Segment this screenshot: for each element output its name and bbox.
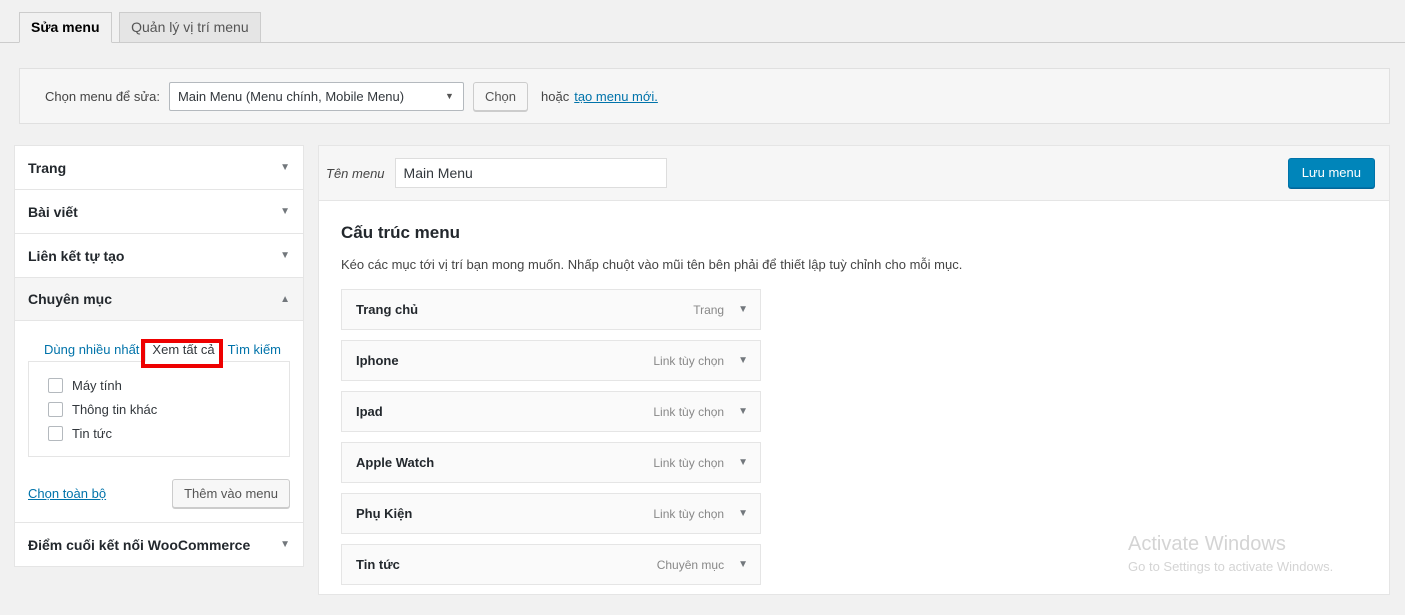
or-text: hoặc [541,88,570,104]
table-row[interactable]: Apple Watch Link tùy chọn ▼ [341,442,761,483]
select-menu-button[interactable]: Chọn [472,81,529,111]
sidebar-item-lien-ket-tu-tao[interactable]: Liên kết tự tạo ▼ [15,234,303,277]
chevron-down-icon[interactable]: ▼ [738,355,748,366]
tab-quan-ly-vi-tri-menu[interactable]: Quản lý vị trí menu [119,12,261,43]
sidebar-item-woocommerce-endpoints[interactable]: Điểm cuối kết nối WooCommerce ▼ [15,523,303,566]
sidebar-panel-chuyen-muc: Chuyên mục ▲ Dùng nhiều nhất Xem tất cả … [14,277,304,522]
list-item[interactable]: Tin tức [39,421,279,445]
category-tab-dung-nhieu-nhat[interactable]: Dùng nhiều nhất [38,340,145,361]
menu-item-title: Apple Watch [356,455,435,470]
sidebar-item-label: Điểm cuối kết nối WooCommerce [28,536,251,553]
create-new-menu-link[interactable]: tạo menu mới. [574,89,658,104]
checkbox-may-tinh[interactable] [48,377,63,393]
menu-item-type: Link tùy chọn [653,404,725,419]
menu-item-title: Ipad [356,404,383,419]
menu-item-title: Iphone [356,353,399,368]
chevron-down-icon[interactable]: ▼ [280,250,290,261]
chevron-down-icon[interactable]: ▼ [280,206,290,217]
table-row[interactable]: Iphone Link tùy chọn ▼ [341,340,761,381]
list-item-label: Máy tính [72,377,122,393]
menu-item-list: Trang chủ Trang ▼ Iphone Link tùy chọn ▼… [341,289,761,585]
save-menu-button[interactable]: Lưu menu [1287,158,1375,188]
menu-item-type: Link tùy chọn [653,353,725,368]
list-item[interactable]: Máy tính [39,373,279,397]
sidebar-item-label: Trang [28,159,67,176]
sidebar-item-label: Liên kết tự tạo [28,247,125,264]
menu-selector-bar: Chọn menu để sửa: Main Menu (Menu chính,… [19,68,1390,124]
menu-item-type: Link tùy chọn [653,506,725,521]
menu-item-type: Link tùy chọn [653,455,725,470]
category-panel-body: Dùng nhiều nhất Xem tất cả Tìm kiếm Máy … [15,321,303,522]
tab-bar: Sửa menu Quản lý vị trí menu [0,0,1405,43]
menu-selector-label: Chọn menu để sửa: [45,88,160,104]
category-tabs: Dùng nhiều nhất Xem tất cả Tìm kiếm [28,337,290,362]
menu-item-title: Tin tức [356,557,400,572]
sidebar-panel-lien-ket-tu-tao: Liên kết tự tạo ▼ [14,233,304,277]
menu-name-bar: Tên menu Lưu menu [319,146,1389,201]
sidebar-item-chuyen-muc[interactable]: Chuyên mục ▲ [15,278,303,321]
menu-item-type: Chuyên mục [656,557,725,572]
menu-select-value: Main Menu (Menu chính, Mobile Menu) [177,88,405,104]
category-tab-label: Dùng nhiều nhất [44,342,140,357]
structure-description: Kéo các mục tới vị trí bạn mong muốn. Nh… [341,257,963,272]
menu-select-dropdown[interactable]: Main Menu (Menu chính, Mobile Menu) ▼ [168,81,464,111]
menu-name-input[interactable] [394,158,667,188]
chevron-down-icon[interactable]: ▼ [280,539,290,550]
category-checkbox-list: Máy tính Thông tin khác Tin tức [28,361,290,457]
tab-label: Sửa menu [31,19,100,35]
sidebar-panel-trang: Trang ▼ [14,145,304,189]
category-tab-label: Tìm kiếm [227,342,282,357]
table-row[interactable]: Tin tức Chuyên mục ▼ [341,544,761,585]
chevron-down-icon[interactable]: ▼ [738,304,748,315]
sidebar-item-trang[interactable]: Trang ▼ [15,146,303,189]
checkbox-thong-tin-khac[interactable] [48,401,63,417]
select-all-link[interactable]: Chọn toàn bộ [28,486,106,501]
chevron-down-icon[interactable]: ▼ [738,406,748,417]
sidebar-panel-bai-viet: Bài viết ▼ [14,189,304,233]
table-row[interactable]: Phụ Kiện Link tùy chọn ▼ [341,493,761,534]
sidebar-item-bai-viet[interactable]: Bài viết ▼ [15,190,303,233]
add-to-menu-button[interactable]: Thêm vào menu [172,479,290,508]
menu-item-title: Phụ Kiện [356,506,413,521]
table-row[interactable]: Trang chủ Trang ▼ [341,289,761,330]
menu-name-label: Tên menu [326,165,385,181]
chevron-down-icon[interactable]: ▼ [738,508,748,519]
chevron-down-icon[interactable]: ▼ [738,559,748,570]
list-item-label: Tin tức [72,425,113,441]
menu-item-title: Trang chủ [356,302,419,317]
menu-structure-body: Cấu trúc menu Kéo các mục tới vị trí bạn… [319,201,1389,585]
page-title: Cấu trúc menu [341,223,461,242]
category-tab-xem-tat-ca[interactable]: Xem tất cả [145,339,222,362]
category-tab-tim-kiem[interactable]: Tìm kiếm [222,340,287,361]
sidebar: Trang ▼ Bài viết ▼ Liên kết tự tạo ▼ Chu… [14,145,304,567]
tab-label: Quản lý vị trí menu [131,19,249,35]
category-panel-footer: Chọn toàn bộ Thêm vào menu [28,479,290,508]
checkbox-tin-tuc[interactable] [48,425,63,441]
menu-structure-panel: Tên menu Lưu menu Cấu trúc menu Kéo các … [318,145,1390,595]
menu-item-type: Trang [693,302,725,317]
chevron-down-icon[interactable]: ▼ [738,457,748,468]
chevron-up-icon[interactable]: ▲ [280,294,290,305]
chevron-down-icon[interactable]: ▼ [280,162,290,173]
sidebar-panel-woocommerce-endpoints: Điểm cuối kết nối WooCommerce ▼ [14,522,304,567]
table-row[interactable]: Ipad Link tùy chọn ▼ [341,391,761,432]
sidebar-item-label: Chuyên mục [28,291,113,307]
list-item-label: Thông tin khác [72,401,158,417]
sidebar-item-label: Bài viết [28,203,78,220]
list-item[interactable]: Thông tin khác [39,397,279,421]
tab-sua-menu[interactable]: Sửa menu [19,12,112,43]
chevron-down-icon: ▼ [445,91,454,101]
category-tab-label: Xem tất cả [152,342,215,357]
